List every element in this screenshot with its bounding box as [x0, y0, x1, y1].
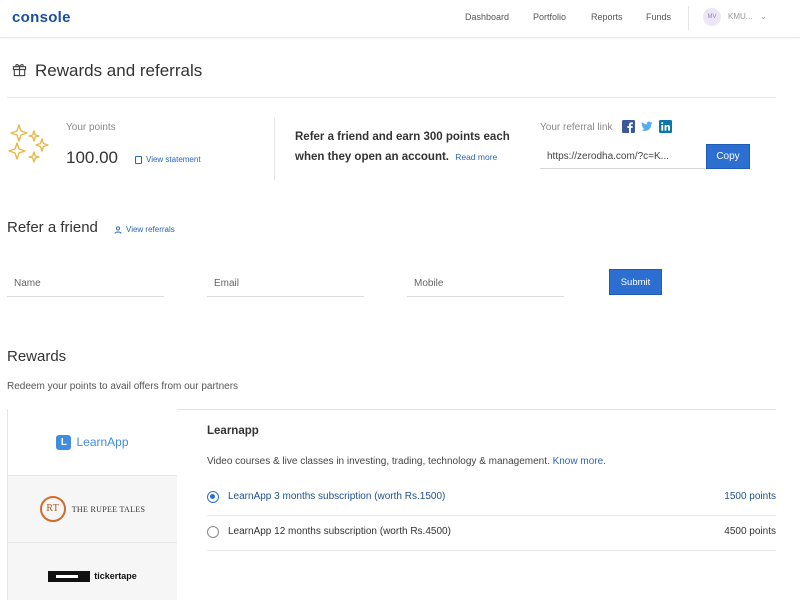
partner-description: Video courses & live classes in investin…: [207, 456, 606, 467]
sparkle-icon: [8, 124, 49, 163]
document-icon: [135, 155, 142, 164]
name-field[interactable]: [7, 270, 164, 297]
rewards-heading: Rewards: [7, 348, 67, 365]
divider: [7, 97, 776, 98]
reward-option-points: 1500 points: [724, 491, 776, 502]
chevron-down-icon[interactable]: ⌄: [760, 12, 767, 21]
points-value: 100.00: [66, 148, 118, 167]
console-logo[interactable]: console: [12, 9, 71, 26]
points-label: Your points: [66, 122, 116, 133]
view-statement-link[interactable]: View statement: [135, 155, 201, 164]
nav-dashboard[interactable]: Dashboard: [465, 12, 509, 22]
know-more-link[interactable]: Know more.: [553, 456, 606, 467]
refer-promo: Refer a friend and earn 300 points each …: [295, 127, 520, 167]
nav-reports[interactable]: Reports: [591, 12, 623, 22]
partner-tickertape[interactable]: tickertape: [8, 543, 177, 600]
learnapp-logo: L LearnApp: [56, 434, 129, 450]
reward-option[interactable]: LearnApp 12 months subscription (worth R…: [207, 516, 776, 551]
view-statement-label: View statement: [146, 155, 201, 164]
referral-link-label: Your referral link: [540, 122, 613, 133]
tickertape-logo: tickertape: [48, 570, 137, 582]
reward-option-points: 4500 points: [724, 526, 776, 537]
rupee-tales-icon: RT: [39, 496, 66, 522]
copy-button[interactable]: Copy: [706, 144, 750, 169]
radio-unselected[interactable]: [207, 526, 219, 538]
nav-funds[interactable]: Funds: [646, 12, 671, 22]
reward-option[interactable]: LearnApp 3 months subscription (worth Rs…: [207, 481, 776, 516]
referral-link-input[interactable]: [540, 145, 705, 169]
radio-selected[interactable]: [207, 491, 219, 503]
partner-description-text: Video courses & live classes in investin…: [207, 456, 550, 467]
top-navigation: console Dashboard Portfolio Reports Fund…: [0, 0, 800, 38]
facebook-icon[interactable]: [622, 120, 635, 133]
learnapp-name: LearnApp: [76, 435, 129, 449]
partner-list: L LearnApp RT THE RUPEE TALES tickertape: [7, 409, 177, 600]
user-avatar[interactable]: MV: [703, 8, 721, 26]
mobile-field[interactable]: [407, 270, 564, 297]
user-id[interactable]: KMU...: [728, 12, 752, 21]
partner-learnapp[interactable]: L LearnApp: [8, 409, 177, 476]
nav-portfolio[interactable]: Portfolio: [533, 12, 566, 22]
email-field[interactable]: [207, 270, 364, 297]
tickertape-name: tickertape: [94, 571, 137, 581]
gift-icon: [12, 64, 27, 77]
twitter-icon[interactable]: [640, 120, 653, 133]
submit-button[interactable]: Submit: [609, 269, 662, 295]
rupee-tales-logo: RT THE RUPEE TALES: [39, 496, 146, 522]
partner-rupee-tales[interactable]: RT THE RUPEE TALES: [8, 476, 177, 543]
page-title: Rewards and referrals: [35, 61, 203, 80]
read-more-link[interactable]: Read more: [455, 152, 497, 162]
tickertape-icon: [48, 570, 91, 582]
reward-option-label: LearnApp 3 months subscription (worth Rs…: [228, 491, 446, 502]
learnapp-icon: L: [56, 434, 72, 450]
view-referrals-label: View referrals: [126, 225, 175, 234]
user-icon: [114, 225, 122, 234]
rupee-tales-name: THE RUPEE TALES: [71, 504, 146, 514]
reward-option-label: LearnApp 12 months subscription (worth R…: [228, 526, 451, 537]
nav-divider: [688, 6, 689, 30]
view-referrals-link[interactable]: View referrals: [114, 225, 175, 234]
linkedin-icon[interactable]: [659, 120, 672, 133]
selected-partner-name: Learnapp: [207, 425, 259, 437]
rewards-subtitle: Redeem your points to avail offers from …: [7, 381, 239, 392]
refer-friend-heading: Refer a friend: [7, 219, 98, 236]
vertical-divider: [274, 118, 275, 180]
